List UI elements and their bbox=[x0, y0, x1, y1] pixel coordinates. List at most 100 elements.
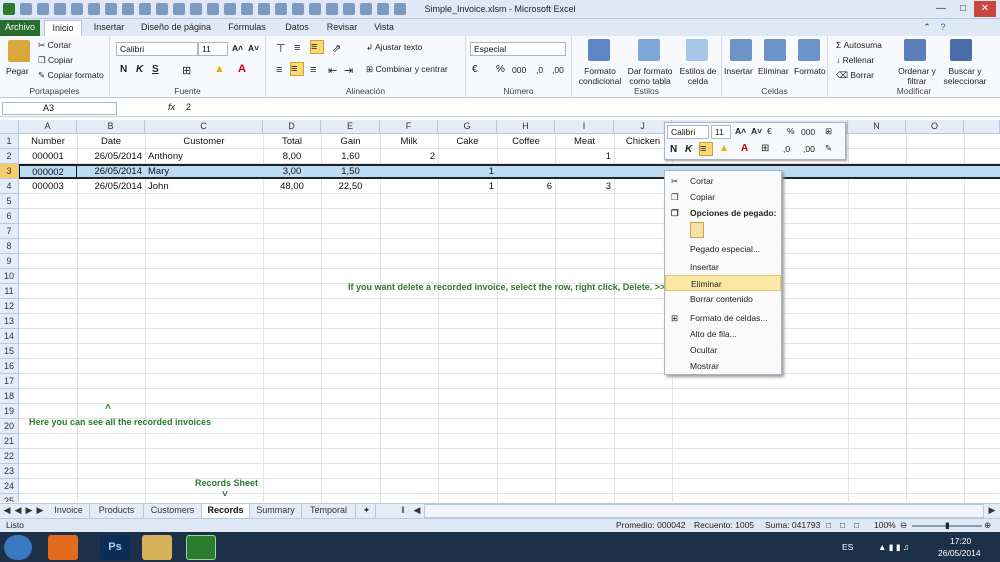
mini-italic-button[interactable]: K bbox=[685, 144, 692, 155]
cell-gain[interactable]: 1,60 bbox=[321, 149, 380, 164]
format-table-button[interactable]: Dar formato como tabla bbox=[626, 66, 674, 86]
find-select-icon[interactable] bbox=[950, 39, 972, 61]
autosum-button[interactable]: Σ Autosuma bbox=[836, 40, 882, 50]
row-header-4[interactable]: 4 bbox=[0, 179, 19, 194]
align-left-icon[interactable]: ≡ bbox=[276, 64, 282, 76]
align-bottom-icon[interactable]: ≡ bbox=[310, 40, 324, 54]
sheet-tab-records[interactable]: Records bbox=[202, 504, 250, 518]
decrease-decimal-icon[interactable]: ,00 bbox=[552, 65, 564, 75]
mini-bold-button[interactable]: N bbox=[670, 144, 677, 155]
cell-gain[interactable]: 22,50 bbox=[321, 179, 380, 194]
cell-number[interactable]: 000001 bbox=[19, 149, 77, 164]
column-header-f[interactable]: F bbox=[380, 120, 438, 134]
last-sheet-icon[interactable]: ▶ bbox=[35, 504, 45, 518]
format-cells-icon[interactable] bbox=[798, 39, 820, 61]
mini-fill-color-icon[interactable]: ▲ bbox=[719, 143, 729, 154]
row-header-24[interactable]: 24 bbox=[0, 479, 19, 494]
cell-customer[interactable]: Anthony bbox=[145, 149, 263, 164]
column-header-g[interactable]: G bbox=[438, 120, 497, 134]
align-top-icon[interactable]: ⊤ bbox=[276, 42, 286, 55]
column-header-e[interactable]: E bbox=[321, 120, 380, 134]
row-header-2[interactable]: 2 bbox=[0, 149, 19, 164]
mini-thousands-icon[interactable]: 000 bbox=[801, 127, 815, 137]
cell-meat[interactable]: 1 bbox=[555, 149, 614, 164]
cell-cake[interactable]: 1 bbox=[438, 179, 497, 194]
cell-total[interactable]: 48,00 bbox=[263, 179, 321, 194]
paste-icon[interactable] bbox=[8, 40, 30, 62]
cell-meat[interactable]: 3 bbox=[555, 179, 614, 194]
menu-item-mostrar[interactable]: Mostrar bbox=[665, 358, 781, 374]
conditional-format-icon[interactable] bbox=[588, 39, 610, 61]
column-header-p[interactable] bbox=[964, 120, 1000, 134]
clock-date[interactable]: 26/05/2014 bbox=[938, 548, 981, 558]
help-icon[interactable]: ? bbox=[936, 20, 950, 36]
sort-filter-button[interactable]: Ordenar y filtrar bbox=[896, 66, 938, 86]
menu-item-alto-fila[interactable]: Alto de fila... bbox=[665, 326, 781, 342]
row-header-3[interactable]: 3 bbox=[0, 164, 19, 179]
tray-icons[interactable]: ▲ ▮ ▮ ♫ bbox=[878, 542, 909, 553]
tab-inicio[interactable]: Inicio bbox=[44, 20, 82, 36]
row-header-20[interactable]: 20 bbox=[0, 419, 19, 434]
cell-gain[interactable]: 1,50 bbox=[321, 164, 380, 179]
language-indicator[interactable]: ES bbox=[842, 542, 853, 552]
formula-input[interactable]: 2 bbox=[186, 102, 191, 112]
header-cell-meat[interactable]: Meat bbox=[555, 134, 614, 149]
fill-button[interactable]: ↓ Rellenar bbox=[836, 55, 874, 65]
excel-taskbar-icon[interactable] bbox=[186, 535, 216, 560]
header-cell-gain[interactable]: Gain bbox=[321, 134, 380, 149]
menu-item-insertar[interactable]: Insertar bbox=[665, 259, 781, 275]
underline-button[interactable]: S bbox=[152, 64, 159, 75]
delete-cells-button[interactable]: Eliminar bbox=[758, 66, 789, 76]
menu-item-borrar-contenido[interactable]: Borrar contenido bbox=[665, 291, 781, 307]
mini-borders-icon[interactable]: ⊞ bbox=[761, 143, 769, 154]
row-header-19[interactable]: 19 bbox=[0, 404, 19, 419]
mini-currency-icon[interactable]: € bbox=[767, 126, 772, 136]
percent-icon[interactable]: % bbox=[496, 64, 505, 75]
row-header-9[interactable]: 9 bbox=[0, 254, 19, 269]
conditional-format-button[interactable]: Formato condicional bbox=[576, 66, 624, 86]
row-header-25[interactable]: 25 bbox=[0, 494, 19, 502]
sort-filter-icon[interactable] bbox=[904, 39, 926, 61]
header-cell-customer[interactable]: Customer bbox=[145, 134, 263, 149]
header-cell-number[interactable]: Number bbox=[19, 134, 77, 149]
explorer-folder-icon[interactable] bbox=[142, 535, 172, 560]
insert-cells-button[interactable]: Insertar bbox=[724, 66, 753, 76]
worksheet-grid[interactable]: A B C D E F G H I J N O 1 2 3 4 5 6 7 8 … bbox=[0, 120, 1000, 502]
mini-brush-icon[interactable]: ✎ bbox=[825, 143, 832, 154]
fill-color-icon[interactable]: ▲ bbox=[214, 63, 225, 75]
column-header-o[interactable]: O bbox=[906, 120, 964, 134]
zoom-out-icon[interactable]: ⊖ bbox=[900, 520, 907, 531]
cut-button[interactable]: ✂ Cortar bbox=[38, 40, 71, 51]
horizontal-scrollbar[interactable] bbox=[424, 504, 984, 518]
cell-date[interactable]: 26/05/2014 bbox=[77, 164, 145, 179]
scroll-right-icon[interactable]: ▶ bbox=[986, 504, 998, 518]
mini-table-icon[interactable]: ⊞ bbox=[825, 126, 832, 137]
row-header-12[interactable]: 12 bbox=[0, 299, 19, 314]
row-header-8[interactable]: 8 bbox=[0, 239, 19, 254]
mini-decimal2-icon[interactable]: ,00 bbox=[803, 144, 815, 154]
header-cell-coffee[interactable]: Coffee bbox=[497, 134, 555, 149]
sheet-tab-invoice[interactable]: Invoice bbox=[48, 504, 90, 518]
row-header-5[interactable]: 5 bbox=[0, 194, 19, 209]
menu-item-cortar[interactable]: ✂ Cortar bbox=[665, 173, 781, 189]
menu-item-eliminar[interactable]: Eliminar bbox=[665, 275, 781, 291]
row-header-14[interactable]: 14 bbox=[0, 329, 19, 344]
merge-center-button[interactable]: ⊞ Combinar y centrar bbox=[366, 64, 448, 75]
indent-icon[interactable]: ⇤ bbox=[328, 64, 337, 77]
column-header-i[interactable]: I bbox=[555, 120, 614, 134]
paste-option-button[interactable] bbox=[665, 221, 781, 241]
tab-vista[interactable]: Vista bbox=[368, 20, 400, 36]
select-all-corner[interactable] bbox=[0, 120, 19, 134]
column-header-b[interactable]: B bbox=[77, 120, 145, 134]
borders-icon[interactable]: ⊞ bbox=[182, 64, 191, 77]
outdent-icon[interactable]: ⇥ bbox=[344, 64, 353, 77]
cell-milk[interactable] bbox=[380, 164, 438, 179]
tab-datos[interactable]: Datos bbox=[278, 20, 316, 36]
sheet-tab-summary[interactable]: Summary bbox=[250, 504, 302, 518]
maximize-icon[interactable]: □ bbox=[952, 1, 974, 17]
font-name-select[interactable]: Calibri bbox=[116, 42, 198, 56]
cell-customer[interactable]: Mary bbox=[145, 164, 263, 179]
row-header-22[interactable]: 22 bbox=[0, 449, 19, 464]
font-color-icon[interactable]: A bbox=[238, 63, 246, 75]
header-cell-milk[interactable]: Milk bbox=[380, 134, 438, 149]
